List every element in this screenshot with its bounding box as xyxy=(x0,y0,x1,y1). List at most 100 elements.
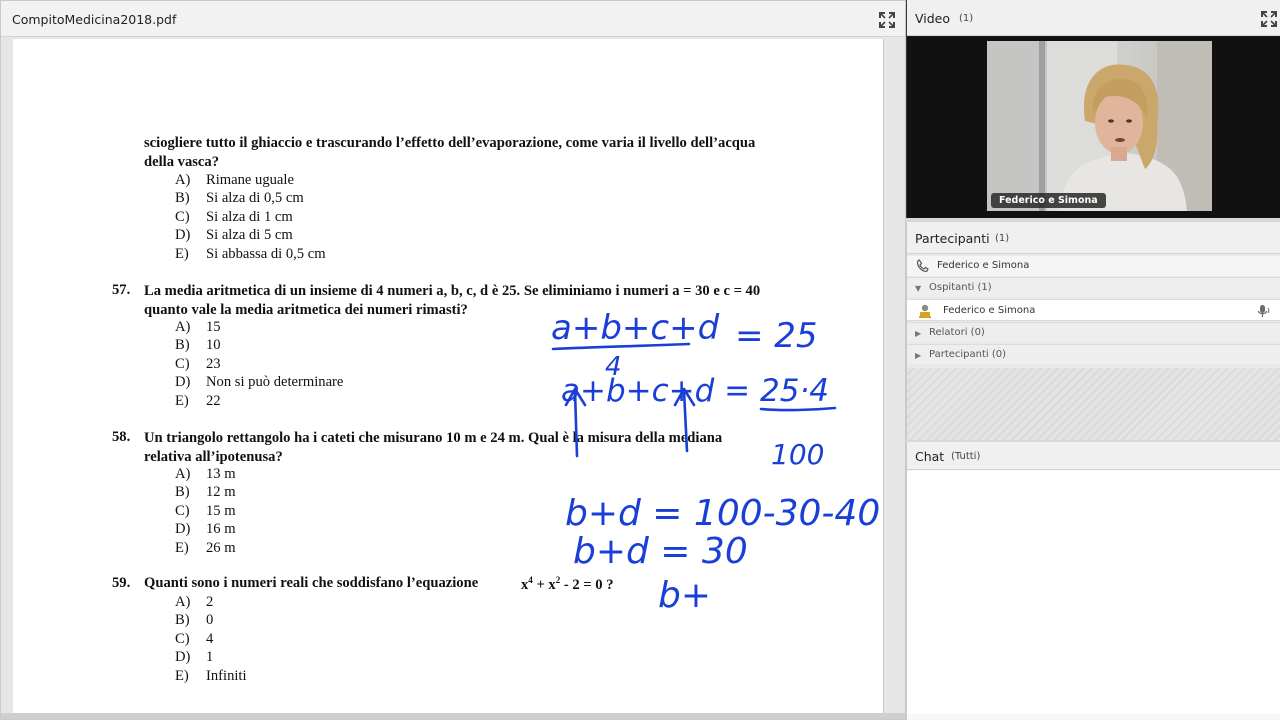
q58-option-a-letter: A) xyxy=(175,466,191,482)
pdf-share-pod: CompitoMedicina2018.pdf sciogliere tutto… xyxy=(0,0,906,720)
q59-option-e-text: Infiniti xyxy=(206,668,247,684)
question-59-number: 59. xyxy=(112,575,131,591)
pdf-file-title: CompitoMedicina2018.pdf xyxy=(12,12,177,27)
participants-pod-header: Partecipanti (1) xyxy=(907,222,1280,254)
q56-option-a-text: Rimane uguale xyxy=(206,172,294,188)
question-56-line-2: della vasca? xyxy=(144,153,219,170)
group-partecipanti-label: Partecipanti (0) xyxy=(929,349,1007,360)
q56-option-d-text: Si alza di 5 cm xyxy=(206,227,293,243)
participants-empty-area xyxy=(907,368,1280,440)
q58-option-d-letter: D) xyxy=(175,521,191,537)
participants-pod: Partecipanti (1) Federico e Simona ▼ Osp… xyxy=(906,222,1280,440)
q57-option-c-text: 23 xyxy=(206,356,221,372)
q59-option-d-letter: D) xyxy=(175,649,191,665)
pdf-pod-header: CompitoMedicina2018.pdf xyxy=(1,1,905,37)
video-pod-count: (1) xyxy=(959,13,974,24)
question-57-number: 57. xyxy=(112,282,131,298)
q58-option-b-letter: B) xyxy=(175,484,190,500)
chat-pod-title: Chat xyxy=(915,449,945,464)
caret-right-icon: ▶ xyxy=(915,351,922,360)
q59-option-b-letter: B) xyxy=(175,612,190,628)
presenter-image xyxy=(987,41,1212,211)
participants-pod-title: Partecipanti xyxy=(915,231,990,246)
microphone-icon[interactable] xyxy=(1257,304,1271,318)
question-57-line-1: La media aritmetica di un insieme di 4 n… xyxy=(144,283,761,299)
q58-option-e-letter: E) xyxy=(175,540,189,556)
q58-option-e-text: 26 m xyxy=(206,540,236,556)
participants-pod-count: (1) xyxy=(995,233,1010,244)
q57-option-d-letter: D) xyxy=(175,374,191,390)
question-58-text: Un triangolo rettangolo ha i cateti che … xyxy=(144,429,834,466)
q56-option-c-letter: C) xyxy=(175,209,190,225)
question-58-number: 58. xyxy=(112,429,131,445)
question-59-equation: x4 + x2 - 2 = 0 ? xyxy=(521,575,614,594)
question-56-text: sciogliere tutto il ghiaccio e trascuran… xyxy=(144,134,834,171)
q59-option-c-letter: C) xyxy=(175,631,190,647)
video-pod: Video (1) Federico e Simona xyxy=(906,0,1280,218)
pdf-pod-bottom-bar xyxy=(1,713,905,719)
q56-option-a-letter: A) xyxy=(175,172,191,188)
question-58-line-2: relativa all’ipotenusa? xyxy=(144,448,283,465)
q57-option-a-letter: A) xyxy=(175,319,191,335)
chat-pod: Chat (Tutti) xyxy=(906,442,1280,720)
q57-option-d-text: Non si può determinare xyxy=(206,374,344,390)
participant-row[interactable]: Federico e Simona xyxy=(907,299,1280,321)
q59-option-d-text: 1 xyxy=(206,649,214,665)
video-pod-title: Video xyxy=(915,11,951,26)
q59-option-e-letter: E) xyxy=(175,668,189,684)
video-pod-header: Video (1) xyxy=(907,0,1280,36)
q58-option-c-text: 15 m xyxy=(206,503,236,519)
question-59-text: Quanti sono i numeri reali che soddisfan… xyxy=(144,575,479,591)
group-ospitanti-label: Ospitanti (1) xyxy=(929,282,992,293)
web-conference-app: CompitoMedicina2018.pdf sciogliere tutto… xyxy=(0,0,1280,720)
q58-option-d-text: 16 m xyxy=(206,521,236,537)
participant-name: Federico e Simona xyxy=(943,305,1036,316)
pdf-page[interactable]: sciogliere tutto il ghiaccio e trascuran… xyxy=(13,39,884,713)
group-relatori[interactable]: ▶ Relatori (0) xyxy=(907,322,1280,342)
webcam-feed[interactable]: Federico e Simona xyxy=(987,41,1212,211)
q57-option-a-text: 15 xyxy=(206,319,221,335)
q56-option-e-letter: E) xyxy=(175,246,189,262)
group-partecipanti[interactable]: ▶ Partecipanti (0) xyxy=(907,344,1280,364)
q57-option-e-letter: E) xyxy=(175,393,189,409)
video-area: Federico e Simona xyxy=(907,37,1280,218)
group-relatori-label: Relatori (0) xyxy=(929,327,985,338)
question-57-text: La media aritmetica di un insieme di 4 n… xyxy=(144,282,834,319)
group-ospitanti[interactable]: ▼ Ospitanti (1) xyxy=(907,277,1280,297)
q57-option-e-text: 22 xyxy=(206,393,221,409)
q56-option-b-text: Si alza di 0,5 cm xyxy=(206,190,304,206)
right-column: Video (1) Federico e Simona Partecipanti… xyxy=(906,0,1280,720)
maximize-icon[interactable] xyxy=(1261,11,1277,27)
host-user-icon xyxy=(919,304,931,318)
chat-pod-header: Chat (Tutti) xyxy=(907,442,1280,470)
q57-option-c-letter: C) xyxy=(175,356,190,372)
question-57-line-2: quanto vale la media aritmetica dei nume… xyxy=(144,301,468,318)
caret-down-icon: ▼ xyxy=(915,284,922,293)
eq-term-rest: - 2 = 0 ? xyxy=(560,577,614,593)
q57-option-b-letter: B) xyxy=(175,337,190,353)
maximize-icon[interactable] xyxy=(879,12,895,28)
chat-messages-area[interactable] xyxy=(907,471,1280,714)
q58-option-b-text: 12 m xyxy=(206,484,236,500)
q56-option-c-text: Si alza di 1 cm xyxy=(206,209,293,225)
eq-term-plus-x: + x xyxy=(532,577,556,593)
question-58-line-1: Un triangolo rettangolo ha i cateti che … xyxy=(144,430,723,446)
q57-option-b-text: 10 xyxy=(206,337,221,353)
q59-option-b-text: 0 xyxy=(206,612,214,628)
q56-option-b-letter: B) xyxy=(175,190,190,206)
q56-option-e-text: Si abbassa di 0,5 cm xyxy=(206,246,326,262)
q58-option-a-text: 13 m xyxy=(206,466,236,482)
q59-option-c-text: 4 xyxy=(206,631,214,647)
pdf-document-text: sciogliere tutto il ghiaccio e trascuran… xyxy=(13,39,883,713)
chat-pod-scope[interactable]: (Tutti) xyxy=(951,451,980,462)
host-name: Federico e Simona xyxy=(937,260,1030,271)
q59-option-a-letter: A) xyxy=(175,594,191,610)
q59-option-a-text: 2 xyxy=(206,594,214,610)
caret-right-icon: ▶ xyxy=(915,329,922,338)
speaker-name-label: Federico e Simona xyxy=(991,193,1106,208)
q56-option-d-letter: D) xyxy=(175,227,191,243)
q58-option-c-letter: C) xyxy=(175,503,190,519)
phone-icon xyxy=(916,259,929,272)
host-row[interactable]: Federico e Simona xyxy=(907,256,1280,276)
question-56-line-1: sciogliere tutto il ghiaccio e trascuran… xyxy=(144,135,756,151)
